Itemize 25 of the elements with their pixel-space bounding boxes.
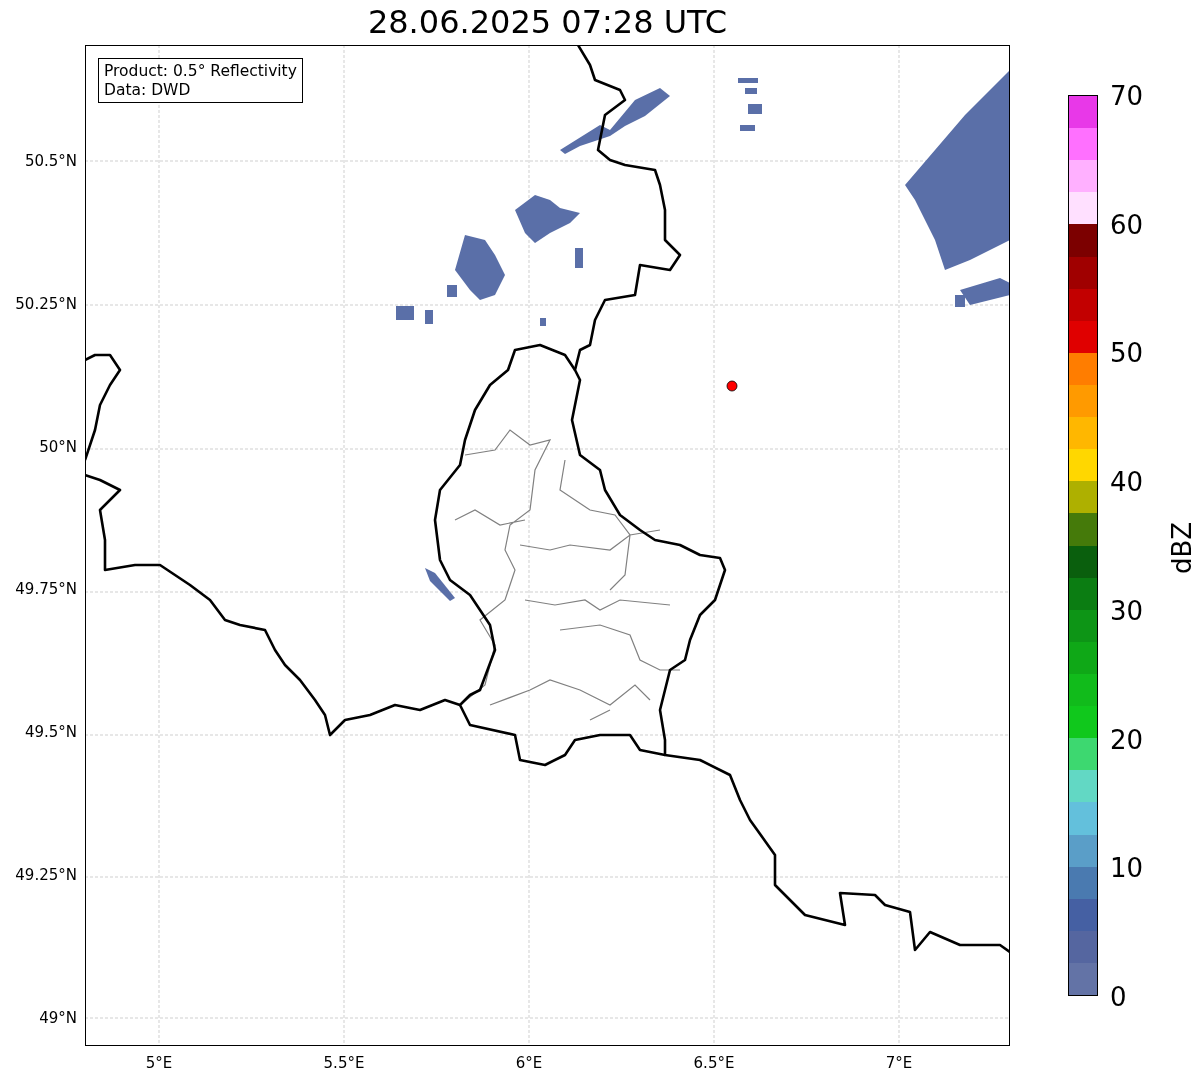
axis-tick-label: 49°N	[39, 1007, 77, 1029]
axis-tick-label: 7°E	[885, 1053, 913, 1074]
axis-tick-label: 5.5°E	[323, 1053, 365, 1074]
colorbar-tick-label: 50	[1110, 340, 1144, 367]
axis-tick-label: 50°N	[39, 436, 77, 458]
legend-text: Product: 0.5° Reflectivity	[104, 62, 297, 81]
colorbar-tick-label: 0	[1110, 984, 1127, 1010]
axis-tick-label: 5°E	[145, 1053, 173, 1074]
axis-tick-label: 49.25°N	[15, 864, 77, 886]
colorbar-tick-label: 60	[1110, 211, 1144, 238]
axis-tick-label: 50.25°N	[15, 293, 77, 315]
chart-title: 28.06.2025 07:28 UTC	[366, 2, 729, 43]
colorbar-tick-label: 40	[1110, 469, 1144, 496]
axis-tick-label: 50.5°N	[24, 150, 77, 172]
colorbar-label: dBZ	[1169, 521, 1196, 575]
axis-tick-label: 49.75°N	[15, 579, 77, 601]
colorbar-tick-label: 20	[1110, 726, 1144, 753]
colorbar-tick-label: 70	[1110, 83, 1144, 109]
colorbar-tick-label: 30	[1110, 597, 1144, 624]
axis-tick-label: 6.5°E	[693, 1053, 735, 1074]
colorbar-tick-label: 10	[1110, 855, 1144, 882]
legend-text: Data: DWD	[104, 80, 192, 100]
radar-site-marker	[726, 380, 738, 392]
axis-tick-label: 6°E	[515, 1053, 543, 1074]
axis-tick-label: 49.5°N	[24, 721, 77, 743]
